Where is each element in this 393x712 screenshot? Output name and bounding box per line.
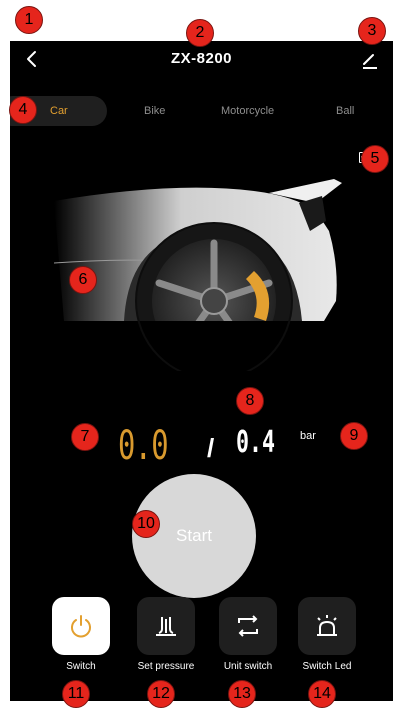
annotation-badge: 4 <box>9 96 37 124</box>
start-label: Start <box>176 526 212 545</box>
annotation-badge: 14 <box>308 680 336 708</box>
current-pressure-value: 0.0 <box>118 423 169 469</box>
annotation-badge: 9 <box>340 422 368 450</box>
edit-pencil-icon[interactable] <box>358 50 382 70</box>
car-wheel-image <box>54 179 354 371</box>
switch-button[interactable] <box>52 597 110 655</box>
led-light-icon <box>317 615 337 636</box>
pressure-unit: bar <box>300 430 316 442</box>
switch-led-label: Switch Led <box>302 661 352 672</box>
annotation-badge: 8 <box>236 387 264 415</box>
annotation-badge: 5 <box>361 145 389 173</box>
annotation-badge: 11 <box>62 680 90 708</box>
set-pressure-button[interactable] <box>137 597 195 655</box>
phone-screen: ZX-8200 Car Bike Motorcycle Ball 100 <box>10 41 393 701</box>
annotation-badge: 13 <box>228 680 256 708</box>
annotation-badge: 3 <box>358 17 386 45</box>
unit-switch-button[interactable] <box>219 597 277 655</box>
annotation-badge: 10 <box>132 510 160 538</box>
tab-ball[interactable]: Ball <box>336 105 354 117</box>
tab-car[interactable]: Car <box>50 105 68 117</box>
annotation-badge: 6 <box>69 266 97 294</box>
tab-bike[interactable]: Bike <box>144 105 165 117</box>
switch-arrows-icon <box>238 615 258 637</box>
pressure-icon <box>156 617 176 636</box>
annotation-badge: 7 <box>71 423 99 451</box>
pressure-separator: / <box>207 433 215 463</box>
tab-motorcycle[interactable]: Motorcycle <box>221 105 274 117</box>
annotation-badge: 12 <box>147 680 175 708</box>
switch-led-button[interactable] <box>298 597 356 655</box>
annotation-badge: 1 <box>15 6 43 34</box>
power-icon <box>71 615 91 638</box>
device-title: ZX-8200 <box>170 50 233 67</box>
target-pressure-value: 0.4 <box>236 425 276 460</box>
annotation-badge: 2 <box>186 19 214 47</box>
